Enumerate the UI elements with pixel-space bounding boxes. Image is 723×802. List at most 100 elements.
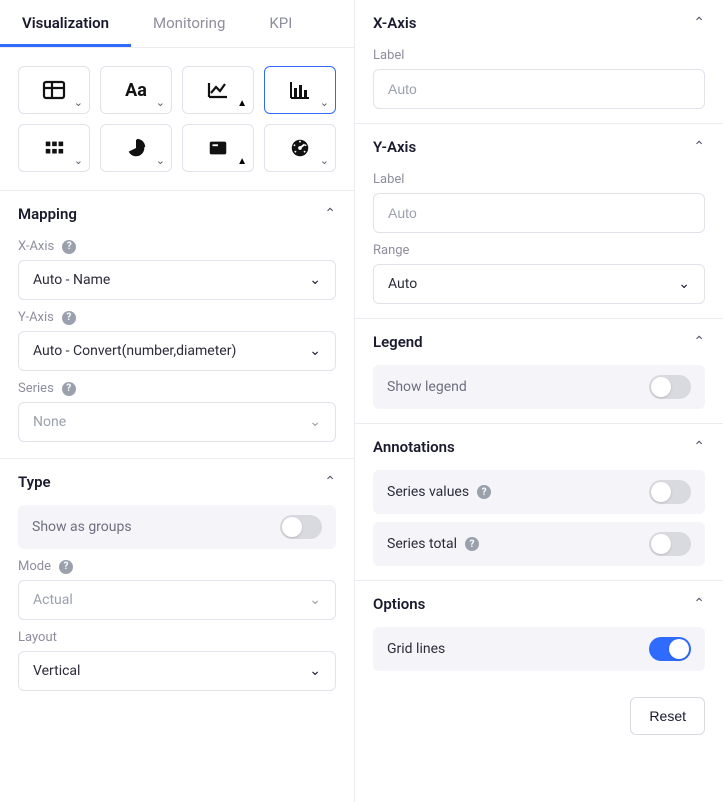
chevron-down-icon: ⌄ <box>156 154 165 167</box>
series-total-toggle[interactable] <box>649 532 691 556</box>
chevron-up-icon: ⌃ <box>693 439 705 455</box>
grid-icon <box>42 136 66 160</box>
section-options: Options ⌃ Grid lines <box>355 580 723 685</box>
series-label: Series ? <box>18 381 336 396</box>
yaxis-label: Y-Axis ? <box>18 310 336 325</box>
chevron-up-icon: ⌃ <box>693 139 705 155</box>
show-groups-row: Show as groups <box>18 505 336 549</box>
select-value: None <box>33 414 66 430</box>
help-icon[interactable]: ? <box>465 537 479 551</box>
viz-bar[interactable]: ⌄ <box>264 66 336 114</box>
reset-button[interactable]: Reset <box>630 697 705 735</box>
chevron-up-icon: ⌃ <box>693 15 705 31</box>
viz-line[interactable]: ▲ <box>182 66 254 114</box>
chevron-down-icon: ⌄ <box>320 154 329 167</box>
tab-visualization[interactable]: Visualization <box>0 0 131 47</box>
gridlines-row: Grid lines <box>373 627 705 671</box>
chevron-up-icon: ⌃ <box>693 334 705 350</box>
label-text: Label <box>373 172 404 187</box>
viz-card[interactable]: ▲ <box>182 124 254 172</box>
viz-text[interactable]: Aa ⌄ <box>100 66 172 114</box>
yaxis-select[interactable]: Auto - Convert(number,diameter) ⌄ <box>18 331 336 371</box>
section-header-options[interactable]: Options ⌃ <box>373 581 705 619</box>
mode-select[interactable]: Actual ⌄ <box>18 580 336 620</box>
chevron-up-icon: ⌃ <box>693 596 705 612</box>
section-type: Type ⌃ Show as groups Mode ? Actual ⌄ La… <box>0 458 354 707</box>
pie-icon <box>124 136 148 160</box>
xaxis-label-label: Label <box>373 48 705 63</box>
viz-table[interactable]: ⌄ <box>18 66 90 114</box>
section-annotations: Annotations ⌃ Series values ? Series tot… <box>355 423 723 580</box>
text-icon: Aa <box>124 78 148 102</box>
series-values-toggle[interactable] <box>649 480 691 504</box>
viz-pie[interactable]: ⌄ <box>100 124 172 172</box>
section-title: Mapping <box>18 205 77 223</box>
section-legend: Legend ⌃ Show legend <box>355 318 723 423</box>
card-icon <box>206 136 230 160</box>
show-groups-toggle[interactable] <box>280 515 322 539</box>
help-icon[interactable]: ? <box>62 311 76 325</box>
series-values-row: Series values ? <box>373 470 705 514</box>
select-value: Auto <box>388 276 417 292</box>
select-value: Auto - Convert(number,diameter) <box>33 343 236 359</box>
section-header-xaxis[interactable]: X-Axis ⌃ <box>373 0 705 38</box>
xaxis-select[interactable]: Auto - Name ⌄ <box>18 260 336 300</box>
series-total-label: Series total ? <box>387 536 479 552</box>
section-title: Y-Axis <box>373 138 416 156</box>
show-groups-label: Show as groups <box>32 519 132 535</box>
chevron-down-icon: ⌄ <box>309 343 321 359</box>
chevron-down-icon: ⌄ <box>74 96 83 109</box>
tab-monitoring[interactable]: Monitoring <box>131 0 247 47</box>
show-legend-label: Show legend <box>387 379 467 395</box>
label-text: Series <box>18 381 54 396</box>
tabs: Visualization Monitoring KPI <box>0 0 354 48</box>
section-title: Annotations <box>373 438 455 456</box>
section-header-mapping[interactable]: Mapping ⌃ <box>18 191 336 229</box>
section-header-yaxis[interactable]: Y-Axis ⌃ <box>373 124 705 162</box>
label-text: Series values <box>387 484 469 500</box>
xaxis-label-input[interactable] <box>373 69 705 109</box>
label-text: X-Axis <box>18 239 54 254</box>
show-legend-toggle[interactable] <box>649 375 691 399</box>
gridlines-toggle[interactable] <box>649 637 691 661</box>
label-text: Y-Axis <box>18 310 54 325</box>
chevron-down-icon: ⌄ <box>309 592 321 608</box>
section-title: Legend <box>373 333 423 351</box>
section-header-legend[interactable]: Legend ⌃ <box>373 319 705 357</box>
chevron-up-icon: ⌃ <box>324 206 336 222</box>
line-chart-icon <box>206 78 230 102</box>
label-text: Range <box>373 243 409 258</box>
layout-label: Layout <box>18 630 336 645</box>
series-values-label: Series values ? <box>387 484 491 500</box>
xaxis-label-field[interactable] <box>388 81 690 97</box>
yaxis-range-select[interactable]: Auto ⌄ <box>373 264 705 304</box>
viz-gauge[interactable]: ⌄ <box>264 124 336 172</box>
chevron-down-icon: ⌄ <box>309 272 321 288</box>
layout-select[interactable]: Vertical ⌄ <box>18 651 336 691</box>
yaxis-label-input[interactable] <box>373 193 705 233</box>
section-header-type[interactable]: Type ⌃ <box>18 459 336 497</box>
section-title: Type <box>18 473 51 491</box>
label-text: Label <box>373 48 404 63</box>
help-icon[interactable]: ? <box>477 485 491 499</box>
yaxis-label-field[interactable] <box>388 205 690 221</box>
tab-kpi[interactable]: KPI <box>247 0 314 47</box>
chevron-down-icon: ⌄ <box>309 414 321 430</box>
series-select[interactable]: None ⌄ <box>18 402 336 442</box>
section-title: Options <box>373 595 425 613</box>
chevron-down-icon: ⌄ <box>156 96 165 109</box>
section-title: X-Axis <box>373 14 416 32</box>
yaxis-range-label: Range <box>373 243 705 258</box>
viz-grid[interactable]: ⌄ <box>18 124 90 172</box>
select-value: Auto - Name <box>33 272 110 288</box>
section-header-annotations[interactable]: Annotations ⌃ <box>373 424 705 462</box>
warning-icon: ▲ <box>237 156 247 167</box>
select-value: Actual <box>33 592 73 608</box>
help-icon[interactable]: ? <box>59 560 73 574</box>
series-total-row: Series total ? <box>373 522 705 566</box>
help-icon[interactable]: ? <box>62 382 76 396</box>
help-icon[interactable]: ? <box>62 240 76 254</box>
chevron-up-icon: ⌃ <box>324 474 336 490</box>
label-text: Mode <box>18 559 51 574</box>
select-value: Vertical <box>33 663 80 679</box>
